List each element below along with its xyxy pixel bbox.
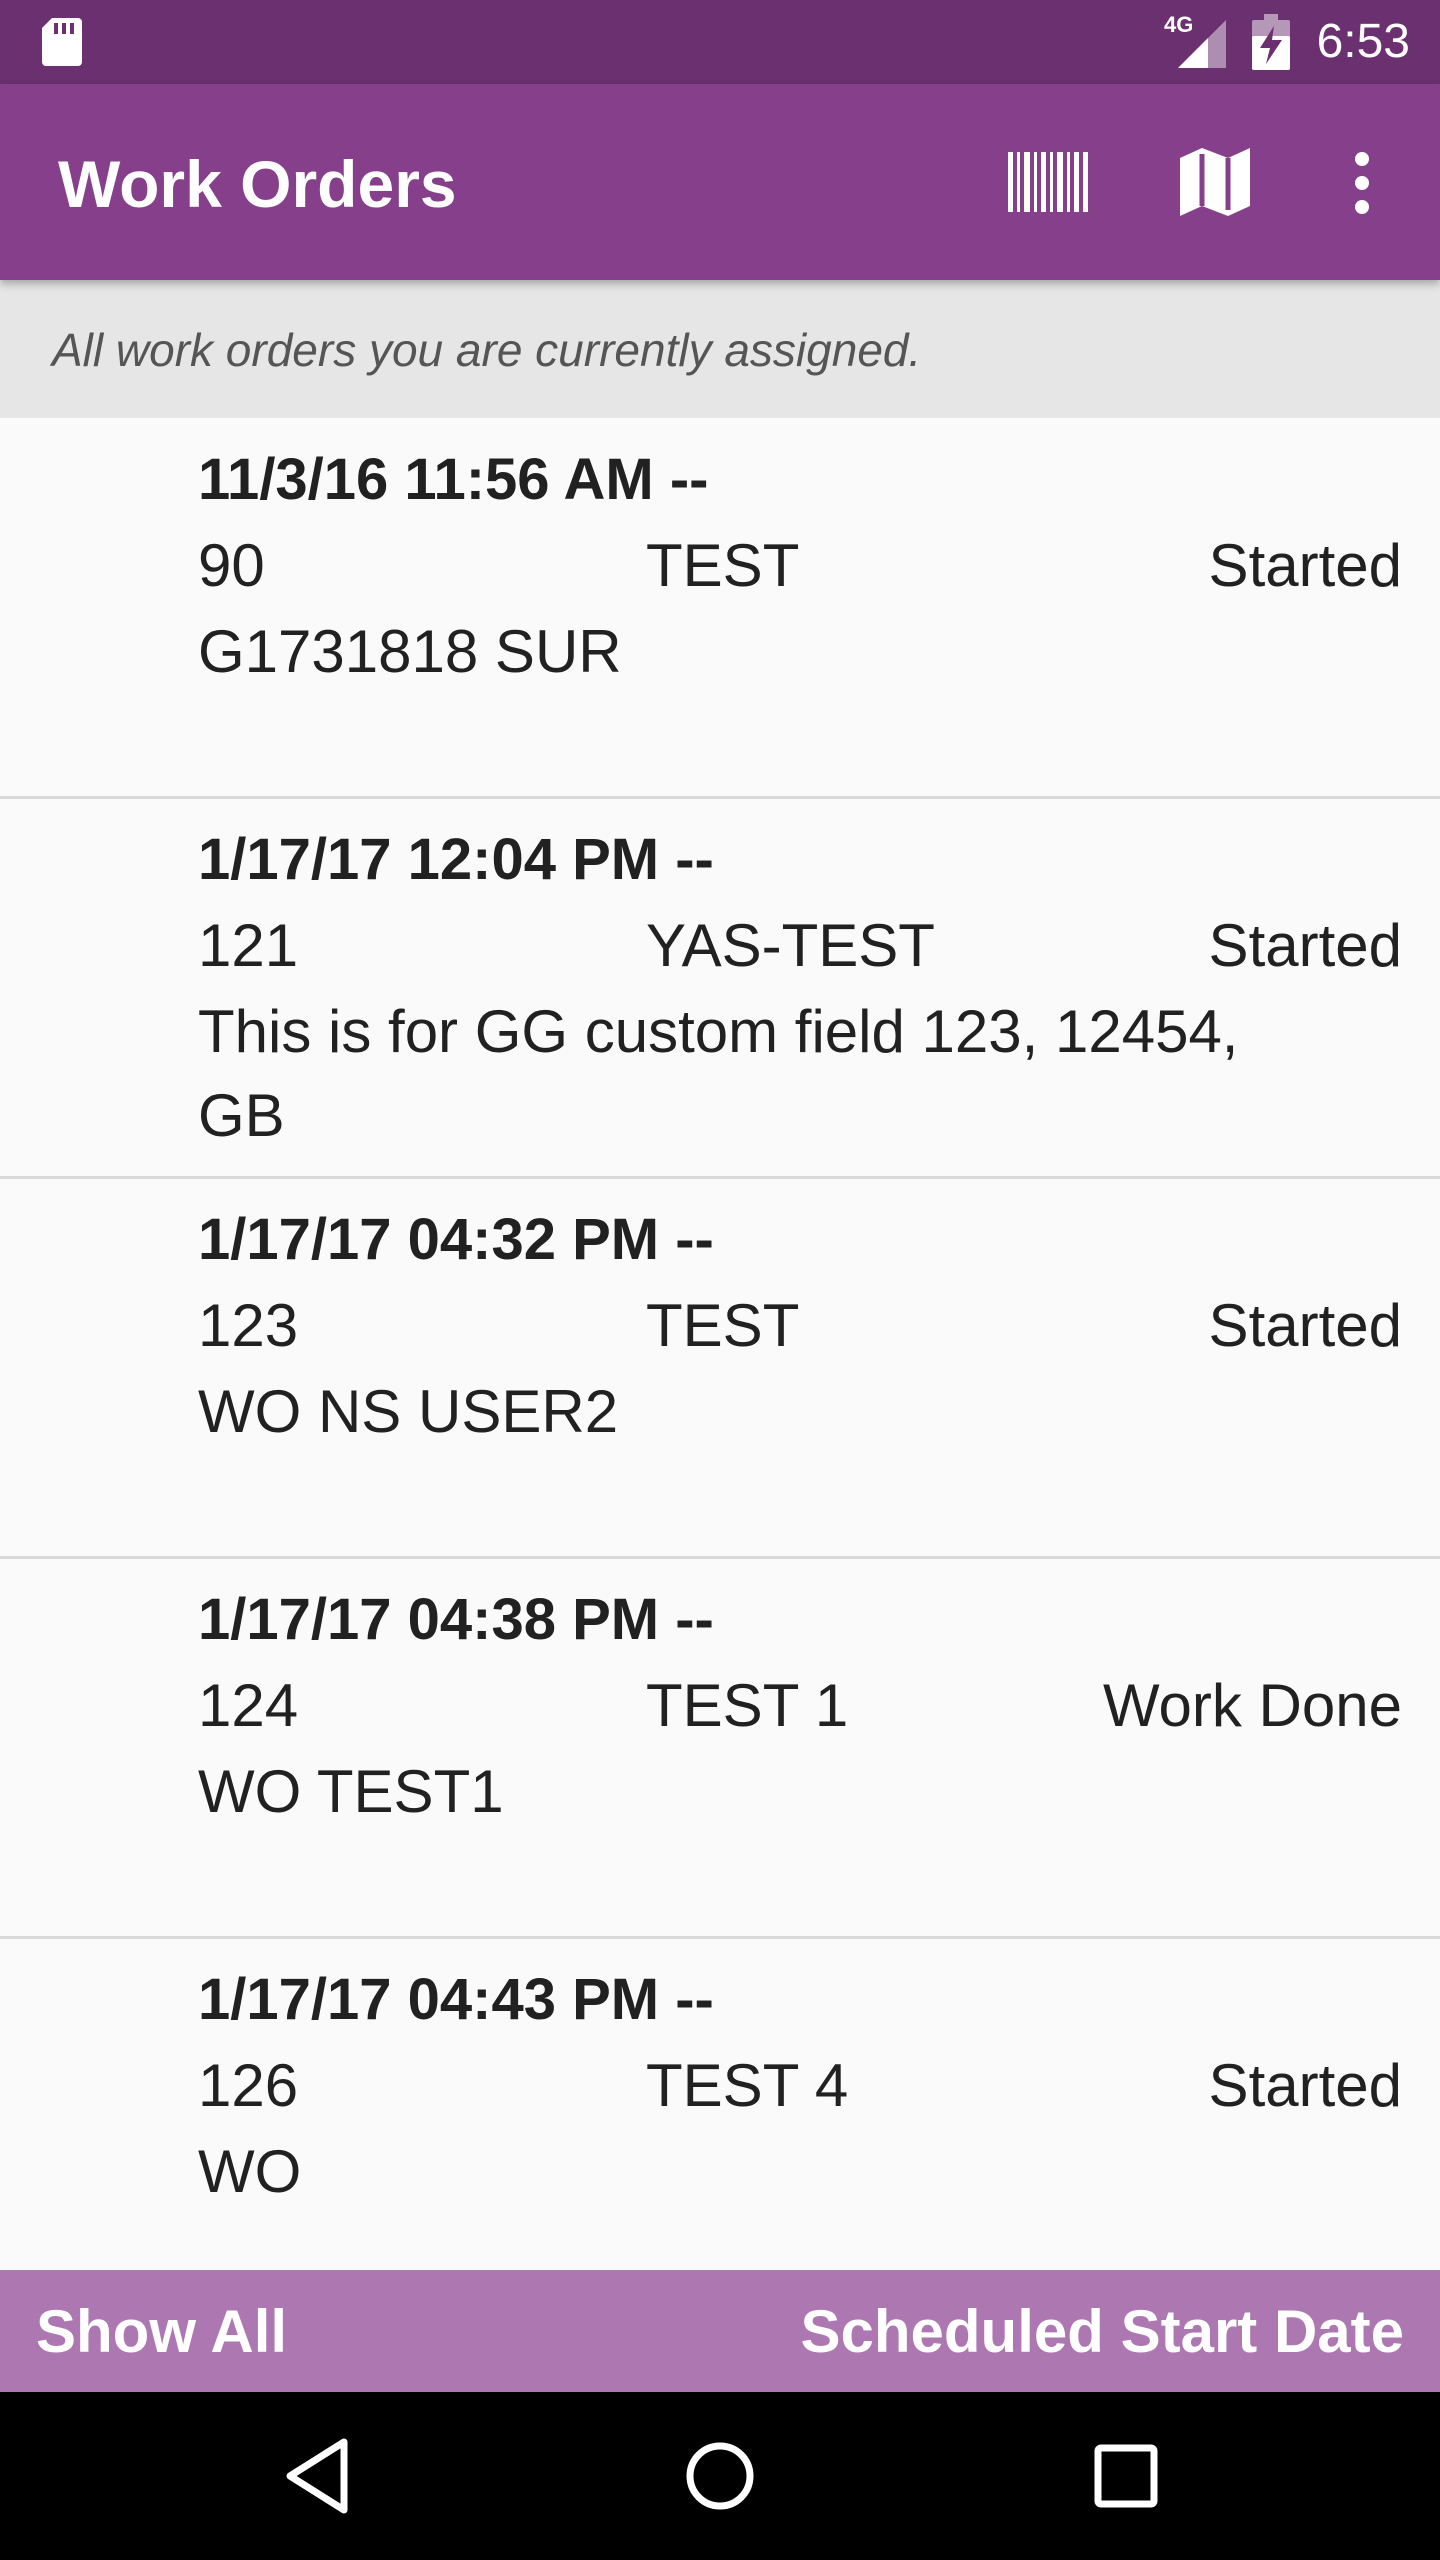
- recents-icon[interactable]: [1090, 2436, 1162, 2516]
- work-order-row[interactable]: 1/17/17 04:43 PM -- 126 TEST 4 Started W…: [0, 1938, 1440, 2270]
- sort-order-button[interactable]: Scheduled Start Date: [801, 2296, 1405, 2368]
- work-order-description: WO: [198, 2138, 302, 2205]
- work-order-row[interactable]: 1/17/17 04:38 PM -- 124 TEST 1 Work Done…: [0, 1558, 1440, 1939]
- app-bar: Work Orders: [0, 84, 1440, 280]
- subtitle-bar: All work orders you are currently assign…: [0, 280, 1440, 418]
- work-order-date: 1/17/17 12:04 PM --: [198, 827, 714, 892]
- work-order-description: WO TEST1: [198, 1758, 504, 1825]
- work-order-row[interactable]: 11/3/16 11:56 AM -- 90 TEST Started G173…: [0, 418, 1440, 799]
- work-order-list[interactable]: 11/3/16 11:56 AM -- 90 TEST Started G173…: [0, 418, 1440, 2270]
- work-order-date: 1/17/17 04:38 PM --: [198, 1587, 714, 1652]
- work-order-description: WO NS USER2: [198, 1378, 619, 1445]
- work-order-name: YAS-TEST: [646, 912, 935, 979]
- work-order-description: G1731818 SUR: [198, 618, 622, 685]
- work-order-number: 123: [198, 1292, 299, 1359]
- signal-4g-icon: 4G: [1164, 12, 1226, 68]
- list-description: All work orders you are currently assign…: [52, 324, 922, 376]
- home-icon[interactable]: [684, 2436, 756, 2516]
- sd-card-icon: [42, 18, 82, 66]
- work-order-status: Started: [1208, 532, 1402, 599]
- work-order-date: 1/17/17 04:43 PM --: [198, 1967, 714, 2032]
- page-title: Work Orders: [58, 147, 457, 221]
- battery-charging-icon: [1252, 14, 1290, 70]
- barcode-scan-icon[interactable]: [1008, 152, 1088, 212]
- work-order-number: 90: [198, 532, 265, 599]
- status-bar: 4G 6:53: [0, 0, 1440, 84]
- work-order-number: 124: [198, 1672, 299, 1739]
- back-icon[interactable]: [282, 2436, 352, 2516]
- work-order-name: TEST: [646, 1292, 800, 1359]
- more-vert-icon[interactable]: [1344, 152, 1380, 214]
- work-order-row[interactable]: 1/17/17 12:04 PM -- 121 YAS-TEST Started…: [0, 798, 1440, 1179]
- work-order-status: Started: [1208, 2052, 1402, 2119]
- work-order-date: 11/3/16 11:56 AM --: [198, 447, 709, 512]
- status-clock: 6:53: [1316, 15, 1410, 68]
- work-order-description: This is for GG custom field 123, 12454, …: [198, 998, 1239, 1149]
- map-icon[interactable]: [1180, 148, 1250, 216]
- filter-sort-bar: Show All Scheduled Start Date: [0, 2270, 1440, 2392]
- network-type-label: 4G: [1164, 12, 1194, 37]
- system-nav-bar: [0, 2392, 1440, 2560]
- work-order-date: 1/17/17 04:32 PM --: [198, 1207, 714, 1272]
- show-all-filter-button[interactable]: Show All: [36, 2296, 287, 2368]
- work-order-number: 126: [198, 2052, 299, 2119]
- work-order-name: TEST 4: [646, 2052, 849, 2119]
- work-order-number: 121: [198, 912, 299, 979]
- work-order-name: TEST 1: [646, 1672, 849, 1739]
- work-order-name: TEST: [646, 532, 800, 599]
- work-order-row[interactable]: 1/17/17 04:32 PM -- 123 TEST Started WO …: [0, 1178, 1440, 1559]
- work-order-status: Started: [1208, 1292, 1402, 1359]
- work-order-status: Work Done: [1102, 1672, 1402, 1739]
- work-order-status: Started: [1208, 912, 1402, 979]
